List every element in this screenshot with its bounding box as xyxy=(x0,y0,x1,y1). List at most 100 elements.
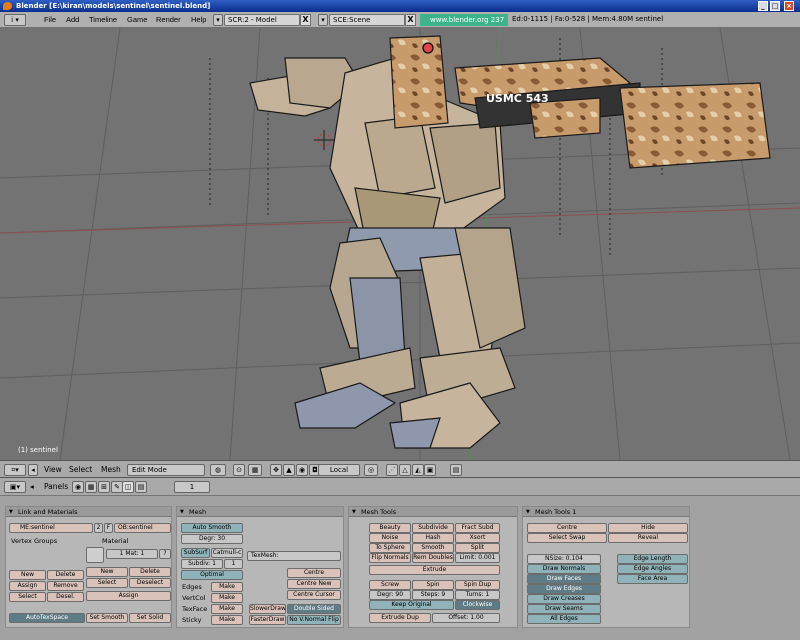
vertex-select-icon[interactable]: ⋰ xyxy=(386,464,398,476)
vgroup-remove-button[interactable]: Remove xyxy=(47,581,84,591)
centre-cursor-button[interactable]: Centre Cursor xyxy=(287,590,341,600)
pivot-icon[interactable]: ⊙ xyxy=(233,464,245,476)
subdivide-button[interactable]: Subdivide xyxy=(412,523,454,533)
split-button[interactable]: Split xyxy=(455,543,500,553)
window-type-icon[interactable]: i ▾ xyxy=(4,14,26,26)
screen-field[interactable]: SCR:2 - Model xyxy=(224,14,300,26)
vgroup-select-button[interactable]: Select xyxy=(9,592,46,602)
close-window-button[interactable]: × xyxy=(784,1,794,11)
beauty-toggle[interactable]: Beauty xyxy=(369,523,411,533)
double-sided-toggle[interactable]: Double Sided xyxy=(287,604,341,614)
spin-degr-field[interactable]: Degr: 90 xyxy=(369,590,411,600)
shading-context-icon[interactable]: ◉ xyxy=(72,481,84,493)
maximize-button[interactable]: □ xyxy=(770,1,780,11)
draw-seams-toggle[interactable]: Draw Seams xyxy=(527,604,601,614)
translate-manipulator-icon[interactable]: ▲ xyxy=(283,464,295,476)
autotexspace-toggle[interactable]: AutoTexSpace xyxy=(9,613,85,623)
vgroup-assign-button[interactable]: Assign xyxy=(9,581,46,591)
subdiv-field[interactable]: Subdiv: 1 xyxy=(181,559,223,569)
material-select-button[interactable]: Select xyxy=(86,578,128,588)
scene-context-icon[interactable]: ▤ xyxy=(135,481,147,493)
noise-button[interactable]: Noise xyxy=(369,533,411,543)
draw-normals-toggle[interactable]: Draw Normals xyxy=(527,564,601,574)
to-sphere-button[interactable]: To Sphere xyxy=(369,543,411,553)
scene-browse-icon[interactable]: ▾ xyxy=(318,14,328,26)
fake-user-button[interactable]: F xyxy=(104,523,113,533)
hash-button[interactable]: Hash xyxy=(412,533,454,543)
editing-context-icon[interactable]: ◫ xyxy=(122,481,134,493)
no-vnormal-flip-toggle[interactable]: No V.Normal Flip xyxy=(287,615,341,625)
nsize-field[interactable]: NSize: 0.104 xyxy=(527,554,601,564)
object-context-icon[interactable]: ▦ xyxy=(85,481,97,493)
scene-field[interactable]: SCE:Scene xyxy=(329,14,405,26)
material-delete-button[interactable]: Delete xyxy=(129,567,171,577)
clockwise-toggle[interactable]: Clockwise xyxy=(455,600,500,610)
face-area-toggle[interactable]: Face Area xyxy=(617,574,688,584)
orientation-select[interactable]: Local xyxy=(318,464,360,476)
scene-delete-button[interactable]: X xyxy=(405,14,416,26)
frame-field[interactable]: 1 xyxy=(174,481,210,493)
edge-length-toggle[interactable]: Edge Length xyxy=(617,554,688,564)
draw-type-icon[interactable]: ◍ xyxy=(210,464,226,476)
menu-file[interactable]: File xyxy=(44,15,56,24)
material-new-button[interactable]: New xyxy=(86,567,128,577)
menu-mesh[interactable]: Mesh xyxy=(101,465,121,474)
3d-viewport[interactable]: USMC 543 xyxy=(0,28,800,460)
face-select-icon[interactable]: ◭ xyxy=(412,464,424,476)
panel-title[interactable]: Link and Materials xyxy=(6,507,171,517)
minimize-button[interactable]: _ xyxy=(758,1,768,11)
subdiv-render-field[interactable]: 1 xyxy=(224,559,243,569)
spin-button[interactable]: Spin xyxy=(412,580,454,590)
xsort-button[interactable]: Xsort xyxy=(455,533,500,543)
flip-normals-button[interactable]: Flip Normals xyxy=(369,553,411,563)
screen-browse-icon[interactable]: ▾ xyxy=(213,14,223,26)
material-deselect-button[interactable]: Deselect xyxy=(129,578,171,588)
menu-render[interactable]: Render xyxy=(156,15,181,24)
render-preview-icon[interactable]: ▤ xyxy=(450,464,462,476)
faster-draw-button[interactable]: FasterDraw xyxy=(249,615,286,625)
extrude-button[interactable]: Extrude xyxy=(369,565,500,575)
occlude-geometry-icon[interactable]: ▣ xyxy=(424,464,436,476)
subsurf-type-select[interactable]: Catmull-c xyxy=(211,548,243,558)
mesh-name-field[interactable]: ME:sentinel xyxy=(9,523,93,533)
header-collapse-icon[interactable]: ◂ xyxy=(28,464,38,476)
all-edges-toggle[interactable]: All Edges xyxy=(527,614,601,624)
header-collapse-icon[interactable]: ◂ xyxy=(30,482,34,491)
centre-new-button[interactable]: Centre New xyxy=(287,579,341,589)
menu-select[interactable]: Select xyxy=(69,465,92,474)
screw-button[interactable]: Screw xyxy=(369,580,411,590)
slower-draw-button[interactable]: SlowerDraw xyxy=(249,604,286,614)
vgroup-delete-button[interactable]: Delete xyxy=(47,570,84,580)
draw-faces-toggle[interactable]: Draw Faces xyxy=(527,574,601,584)
vgroup-deselect-button[interactable]: Desel. xyxy=(47,592,84,602)
subsurf-toggle[interactable]: SubSurf xyxy=(181,548,210,558)
keep-original-toggle[interactable]: Keep Original xyxy=(369,600,454,610)
menu-add[interactable]: Add xyxy=(66,15,79,24)
menu-timeline[interactable]: Timeline xyxy=(89,15,117,24)
texface-make-button[interactable]: Make xyxy=(211,604,243,614)
menu-game[interactable]: Game xyxy=(127,15,147,24)
panel-title[interactable]: Mesh Tools xyxy=(349,507,517,517)
buttons-type-icon[interactable]: ▣▾ xyxy=(4,481,26,493)
select-swap-button[interactable]: Select Swap xyxy=(527,533,607,543)
grab-manipulator-icon[interactable]: ✥ xyxy=(270,464,282,476)
centre-tool-button[interactable]: Centre xyxy=(527,523,607,533)
set-smooth-button[interactable]: Set Smooth xyxy=(86,613,128,623)
steps-field[interactable]: Steps: 9 xyxy=(412,590,454,600)
draw-creases-toggle[interactable]: Draw Creases xyxy=(527,594,601,604)
fract-subd-button[interactable]: Fract Subd xyxy=(455,523,500,533)
object-name-field[interactable]: OB:sentinel xyxy=(114,523,171,533)
material-help-button[interactable]: ? xyxy=(159,549,171,559)
mesh-users-field[interactable]: 2 xyxy=(94,523,103,533)
logic-context-icon[interactable]: ⊞ xyxy=(98,481,110,493)
spin-dup-button[interactable]: Spin Dup xyxy=(455,580,500,590)
hide-button[interactable]: Hide xyxy=(608,523,688,533)
material-index-field[interactable]: 1 Mat: 1 xyxy=(106,549,158,559)
viewport-canvas[interactable]: USMC 543 xyxy=(0,28,800,460)
degr-field[interactable]: Degr: 30 xyxy=(181,534,243,544)
menu-help[interactable]: Help xyxy=(191,15,206,24)
set-solid-button[interactable]: Set Solid xyxy=(129,613,171,623)
auto-smooth-toggle[interactable]: Auto Smooth xyxy=(181,523,243,533)
rem-doubles-button[interactable]: Rem Doubles xyxy=(412,553,454,563)
view-type-icon[interactable]: ⌗▾ xyxy=(4,464,26,476)
